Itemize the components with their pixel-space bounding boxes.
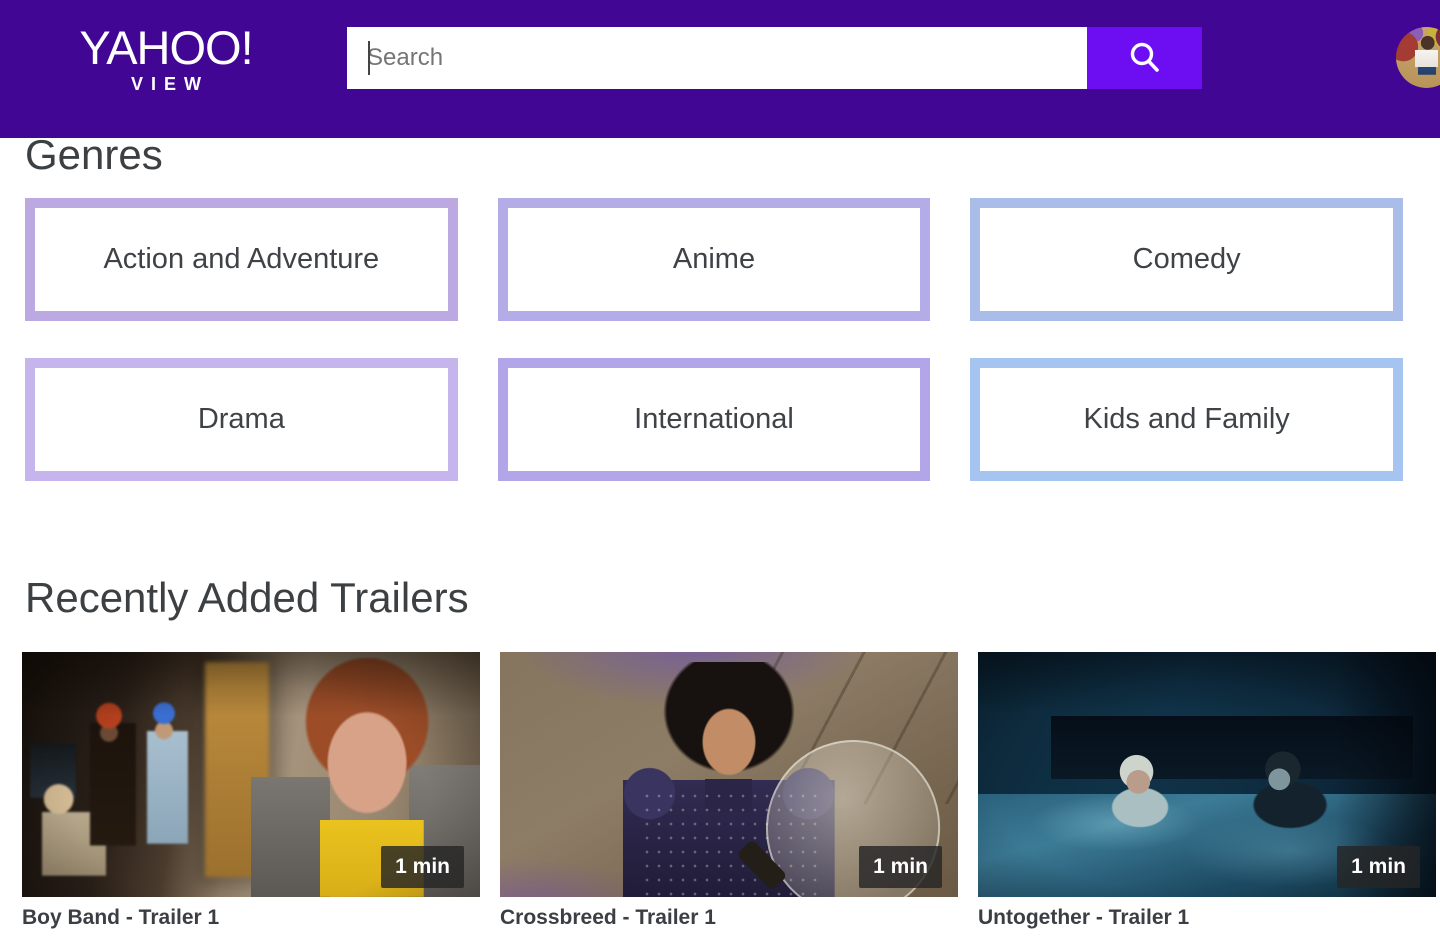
trailer-thumbnail[interactable]: 1 min [22, 652, 480, 897]
trailer-title[interactable]: Untogether - Trailer 1 [978, 905, 1436, 931]
trailer-card[interactable]: 1 min Crossbreed - Trailer 1 [500, 652, 958, 931]
text-caret [368, 41, 370, 75]
genre-label: Anime [673, 243, 755, 276]
recently-added-trailers-heading: Recently Added Trailers [25, 574, 1440, 622]
search-bar [347, 27, 1202, 89]
trailer-card[interactable]: 1 min Boy Band - Trailer 1 [22, 652, 480, 931]
genre-label: Comedy [1133, 243, 1241, 276]
logo-subtitle: VIEW [78, 74, 254, 94]
genre-label: Drama [198, 403, 285, 436]
genre-button-action-and-adventure[interactable]: Action and Adventure [25, 198, 458, 321]
genre-button-drama[interactable]: Drama [25, 358, 458, 481]
trailer-grid: 1 min Boy Band - Trailer 1 1 min Crossbr… [22, 652, 1436, 931]
top-navigation-bar: YAHOO! VIEW [0, 0, 1440, 138]
genre-label: Action and Adventure [103, 243, 379, 276]
genre-button-international[interactable]: International [498, 358, 931, 481]
yahoo-view-logo[interactable]: YAHOO! VIEW [78, 22, 254, 94]
trailer-thumbnail[interactable]: 1 min [978, 652, 1436, 897]
trailer-thumbnail[interactable]: 1 min [500, 652, 958, 897]
user-avatar[interactable] [1396, 27, 1440, 88]
genre-button-anime[interactable]: Anime [498, 198, 931, 321]
genre-label: Kids and Family [1084, 403, 1290, 436]
genre-button-comedy[interactable]: Comedy [970, 198, 1403, 321]
genres-heading: Genres [25, 131, 1440, 179]
trailer-title[interactable]: Boy Band - Trailer 1 [22, 905, 480, 931]
duration-badge: 1 min [859, 846, 942, 888]
genre-grid: Action and Adventure Anime Comedy Drama … [25, 198, 1403, 481]
genre-button-kids-and-family[interactable]: Kids and Family [970, 358, 1403, 481]
genre-label: International [634, 403, 794, 436]
main-content: Genres Action and Adventure Anime Comedy… [0, 0, 1440, 931]
trailer-title[interactable]: Crossbreed - Trailer 1 [500, 905, 958, 931]
duration-badge: 1 min [381, 846, 464, 888]
logo-title: YAHOO! [78, 22, 254, 74]
duration-badge: 1 min [1337, 846, 1420, 888]
search-button[interactable] [1087, 27, 1202, 89]
search-icon [1126, 39, 1164, 77]
trailer-card[interactable]: 1 min Untogether - Trailer 1 [978, 652, 1436, 931]
search-input[interactable] [347, 27, 1087, 89]
